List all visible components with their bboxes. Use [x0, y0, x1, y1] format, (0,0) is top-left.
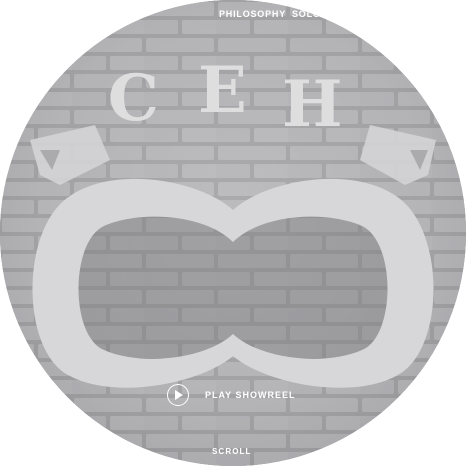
showreel-label: PLAY SHOWREEL: [205, 390, 296, 400]
sign-letter-e: E: [198, 53, 247, 128]
nav-item-philosophy[interactable]: PHILOSOPHY: [219, 9, 286, 19]
hero-circle: C E H PHILOSOPHY SOLOV PLAY SHOWREEL SCR…: [0, 0, 466, 466]
nav-item-solov[interactable]: SOLOV: [292, 9, 328, 19]
play-showreel-button[interactable]: PLAY SHOWREEL: [167, 382, 296, 408]
scroll-indicator[interactable]: SCROLL: [212, 447, 252, 456]
sign-letter-c: C: [108, 61, 159, 136]
play-icon[interactable]: [167, 384, 189, 406]
page: C E H PHILOSOPHY SOLOV PLAY SHOWREEL SCR…: [0, 0, 466, 466]
top-nav: PHILOSOPHY SOLOV: [0, 6, 466, 24]
sign-letter-h: H: [282, 67, 342, 142]
